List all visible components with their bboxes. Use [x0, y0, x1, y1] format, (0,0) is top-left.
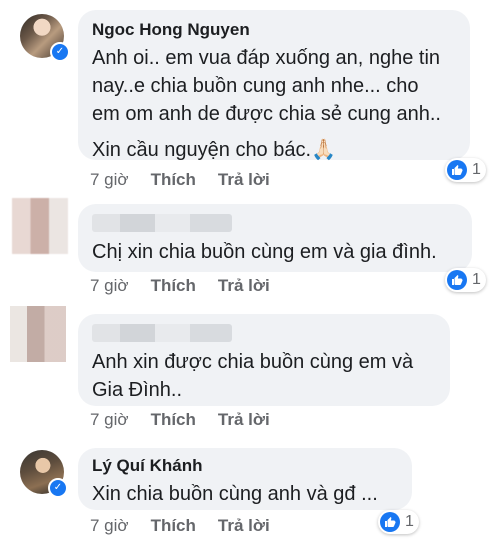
comment-bubble: Ngoc Hong Nguyen Anh oi.. em vua đáp xuố… — [78, 10, 470, 161]
thumbs-up-icon — [447, 160, 467, 180]
verified-badge-icon: ✓ — [48, 478, 68, 498]
timestamp[interactable]: 7 giờ — [90, 410, 129, 430]
avatar[interactable] — [12, 198, 68, 254]
comment-line: Anh oi.. em vua đáp xuống an, nghe tin — [92, 47, 441, 69]
timestamp[interactable]: 7 giờ — [90, 516, 129, 536]
avatar[interactable] — [10, 306, 66, 362]
comment-bubble: Chị xin chia buồn cùng em và gia đình. — [78, 204, 472, 272]
comment-actions: 7 giờ Thích Trả lời — [90, 516, 270, 536]
timestamp[interactable]: 7 giờ — [90, 276, 129, 296]
reply-button[interactable]: Trả lời — [218, 276, 270, 296]
comment-actions: 7 giờ Thích Trả lời — [90, 410, 270, 430]
comment-bubble: Anh xin được chia buồn cùng em và Gia Đì… — [78, 314, 450, 406]
thumbs-up-icon — [447, 270, 467, 290]
like-button[interactable]: Thích — [151, 276, 196, 296]
reaction-summary[interactable]: 1 — [445, 268, 486, 292]
comment-line: nay..e chia buồn cung anh nhe... cho — [92, 75, 419, 97]
comment-actions: 7 giờ Thích Trả lời — [90, 276, 270, 296]
comment-line: Anh xin được chia buồn cùng em và — [92, 351, 414, 373]
comment-line: Xin cầu nguyện cho bác.🙏🏻 — [92, 139, 336, 161]
commenter-name[interactable]: Ngoc Hong Nguyen — [92, 20, 456, 40]
comment-line: em om anh de được chia sẻ cung anh.. — [92, 103, 441, 125]
reply-button[interactable]: Trả lời — [218, 516, 270, 536]
commenter-name-blurred[interactable] — [92, 214, 232, 232]
reaction-summary[interactable]: 1 — [445, 158, 486, 182]
verified-badge-icon: ✓ — [50, 42, 70, 62]
thumbs-up-icon — [380, 512, 400, 532]
reply-button[interactable]: Trả lời — [218, 410, 270, 430]
commenter-name-blurred[interactable] — [92, 324, 232, 342]
comment-line: Gia Đình.. — [92, 379, 183, 401]
timestamp[interactable]: 7 giờ — [90, 170, 129, 190]
reaction-count: 1 — [472, 161, 481, 178]
reply-button[interactable]: Trả lời — [218, 170, 270, 190]
comment-line: Chị xin chia buồn cùng em và gia đình. — [92, 241, 437, 263]
reaction-summary[interactable]: 1 — [378, 510, 419, 534]
comment-actions: 7 giờ Thích Trả lời — [90, 170, 270, 190]
like-button[interactable]: Thích — [151, 170, 196, 190]
comment-bubble: Lý Quí Khánh Xin chia buồn cùng anh và g… — [78, 448, 412, 510]
comment-line: Xin chia buồn cùng anh và gđ ... — [92, 483, 378, 505]
like-button[interactable]: Thích — [151, 516, 196, 536]
reaction-count: 1 — [472, 271, 481, 288]
like-button[interactable]: Thích — [151, 410, 196, 430]
reaction-count: 1 — [405, 513, 414, 530]
commenter-name[interactable]: Lý Quí Khánh — [92, 456, 398, 476]
